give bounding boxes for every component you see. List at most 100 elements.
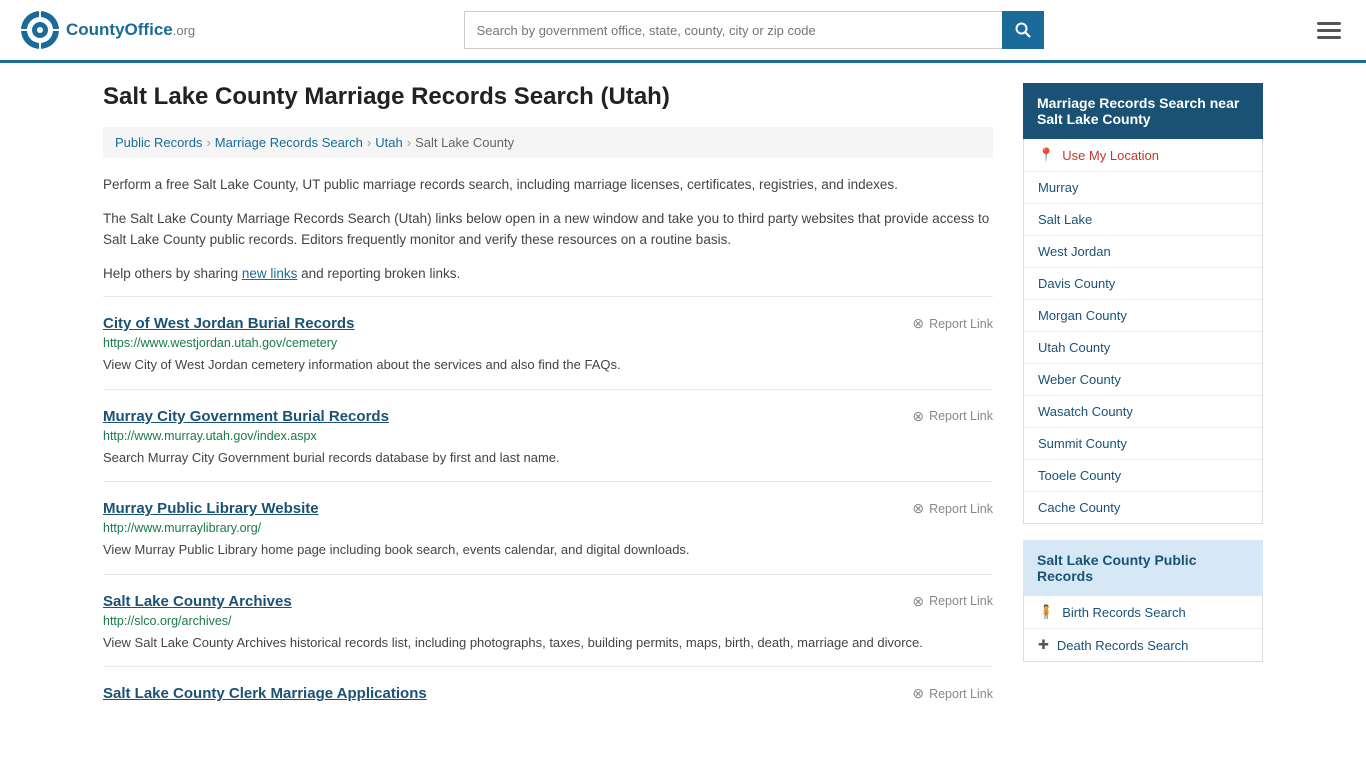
report-label-4: Report Link — [929, 687, 993, 701]
sidebar-link-morgan-county[interactable]: Morgan County — [1038, 308, 1127, 323]
sidebar-link-utah-county[interactable]: Utah County — [1038, 340, 1110, 355]
report-icon-4: ⊗ — [912, 685, 924, 702]
logo-text: CountyOffice.org — [66, 20, 195, 40]
description-3-prefix: Help others by sharing — [103, 266, 242, 281]
result-desc-1: Search Murray City Government burial rec… — [103, 448, 993, 468]
new-links-link[interactable]: new links — [242, 266, 298, 281]
result-url-2[interactable]: http://www.murraylibrary.org/ — [103, 521, 993, 535]
result-item-4: Salt Lake County Clerk Marriage Applicat… — [103, 666, 993, 720]
result-title-3[interactable]: Salt Lake County Archives — [103, 593, 292, 610]
location-pin-icon: 📍 — [1038, 147, 1054, 163]
sidebar: Marriage Records Search near Salt Lake C… — [1023, 83, 1263, 720]
report-label-3: Report Link — [929, 594, 993, 608]
description-3-suffix: and reporting broken links. — [297, 266, 460, 281]
breadcrumb-marriage-records[interactable]: Marriage Records Search — [215, 135, 363, 150]
breadcrumb-sep-2: › — [367, 135, 371, 150]
breadcrumb-sep-3: › — [407, 135, 411, 150]
result-url-1[interactable]: http://www.murray.utah.gov/index.aspx — [103, 429, 993, 443]
report-icon-2: ⊗ — [912, 500, 924, 517]
sidebar-link-salt-lake[interactable]: Salt Lake — [1038, 212, 1092, 227]
description-2: The Salt Lake County Marriage Records Se… — [103, 208, 993, 251]
sidebar-item-weber-county[interactable]: Weber County — [1024, 364, 1262, 396]
birth-records-icon: 🧍 — [1038, 604, 1054, 620]
search-input[interactable] — [464, 11, 1002, 49]
sidebar-use-location[interactable]: 📍 Use My Location — [1024, 139, 1262, 172]
sidebar-link-wasatch-county[interactable]: Wasatch County — [1038, 404, 1133, 419]
sidebar-item-west-jordan[interactable]: West Jordan — [1024, 236, 1262, 268]
sidebar-public-records-title: Salt Lake County Public Records — [1037, 552, 1196, 584]
death-records-icon: ✚ — [1038, 637, 1049, 653]
menu-button[interactable] — [1312, 17, 1346, 44]
result-url-3[interactable]: http://slco.org/archives/ — [103, 614, 993, 628]
result-item-2: Murray Public Library Website ⊗ Report L… — [103, 481, 993, 574]
report-link-1[interactable]: ⊗ Report Link — [912, 408, 993, 425]
description-3: Help others by sharing new links and rep… — [103, 263, 993, 285]
sidebar-link-cache-county[interactable]: Cache County — [1038, 500, 1120, 515]
sidebar-item-utah-county[interactable]: Utah County — [1024, 332, 1262, 364]
report-link-2[interactable]: ⊗ Report Link — [912, 500, 993, 517]
sidebar-public-records-list: 🧍 Birth Records Search ✚ Death Records S… — [1023, 596, 1263, 662]
main-container: Salt Lake County Marriage Records Search… — [83, 63, 1283, 740]
result-title-0[interactable]: City of West Jordan Burial Records — [103, 315, 354, 332]
sidebar-link-west-jordan[interactable]: West Jordan — [1038, 244, 1111, 259]
sidebar-link-summit-county[interactable]: Summit County — [1038, 436, 1127, 451]
search-icon — [1015, 22, 1031, 38]
sidebar-link-davis-county[interactable]: Davis County — [1038, 276, 1115, 291]
result-url-0[interactable]: https://www.westjordan.utah.gov/cemetery — [103, 336, 993, 350]
sidebar-link-tooele-county[interactable]: Tooele County — [1038, 468, 1121, 483]
birth-records-link[interactable]: Birth Records Search — [1062, 605, 1186, 620]
result-item-1: Murray City Government Burial Records ⊗ … — [103, 389, 993, 482]
sidebar-link-weber-county[interactable]: Weber County — [1038, 372, 1121, 387]
report-icon-0: ⊗ — [912, 315, 924, 332]
result-desc-3: View Salt Lake County Archives historica… — [103, 633, 993, 653]
sidebar-public-records-header: Salt Lake County Public Records — [1023, 540, 1263, 596]
report-link-3[interactable]: ⊗ Report Link — [912, 593, 993, 610]
result-title-1[interactable]: Murray City Government Burial Records — [103, 408, 389, 425]
breadcrumb-utah[interactable]: Utah — [375, 135, 402, 150]
report-label-0: Report Link — [929, 317, 993, 331]
sidebar-item-cache-county[interactable]: Cache County — [1024, 492, 1262, 523]
search-bar — [464, 11, 1044, 49]
sidebar-item-summit-county[interactable]: Summit County — [1024, 428, 1262, 460]
sidebar-nearby-header: Marriage Records Search near Salt Lake C… — [1023, 83, 1263, 139]
report-label-2: Report Link — [929, 502, 993, 516]
report-label-1: Report Link — [929, 409, 993, 423]
sidebar-item-salt-lake[interactable]: Salt Lake — [1024, 204, 1262, 236]
report-link-0[interactable]: ⊗ Report Link — [912, 315, 993, 332]
menu-line-1 — [1317, 22, 1341, 25]
result-desc-2: View Murray Public Library home page inc… — [103, 540, 993, 560]
description-1: Perform a free Salt Lake County, UT publ… — [103, 174, 993, 196]
result-item-0: City of West Jordan Burial Records ⊗ Rep… — [103, 296, 993, 389]
breadcrumb: Public Records › Marriage Records Search… — [103, 127, 993, 158]
content-area: Salt Lake County Marriage Records Search… — [103, 83, 993, 720]
sidebar-nearby-list: 📍 Use My Location Murray Salt Lake West … — [1023, 139, 1263, 524]
report-link-4[interactable]: ⊗ Report Link — [912, 685, 993, 702]
sidebar-item-tooele-county[interactable]: Tooele County — [1024, 460, 1262, 492]
sidebar-nearby-title: Marriage Records Search near Salt Lake C… — [1037, 95, 1239, 127]
logo-icon — [20, 10, 60, 50]
result-title-2[interactable]: Murray Public Library Website — [103, 500, 319, 517]
sidebar-birth-records[interactable]: 🧍 Birth Records Search — [1024, 596, 1262, 629]
breadcrumb-sep-1: › — [206, 135, 210, 150]
sidebar-link-murray[interactable]: Murray — [1038, 180, 1078, 195]
sidebar-item-morgan-county[interactable]: Morgan County — [1024, 300, 1262, 332]
report-icon-3: ⊗ — [912, 593, 924, 610]
menu-line-3 — [1317, 36, 1341, 39]
breadcrumb-public-records[interactable]: Public Records — [115, 135, 202, 150]
result-desc-0: View City of West Jordan cemetery inform… — [103, 355, 993, 375]
death-records-link[interactable]: Death Records Search — [1057, 638, 1189, 653]
breadcrumb-salt-lake-county: Salt Lake County — [415, 135, 514, 150]
sidebar-item-murray[interactable]: Murray — [1024, 172, 1262, 204]
sidebar-death-records[interactable]: ✚ Death Records Search — [1024, 629, 1262, 661]
report-icon-1: ⊗ — [912, 408, 924, 425]
site-header: CountyOffice.org — [0, 0, 1366, 63]
result-item-3: Salt Lake County Archives ⊗ Report Link … — [103, 574, 993, 667]
use-location-link[interactable]: Use My Location — [1062, 148, 1159, 163]
result-title-4[interactable]: Salt Lake County Clerk Marriage Applicat… — [103, 685, 427, 702]
logo[interactable]: CountyOffice.org — [20, 10, 195, 50]
sidebar-item-wasatch-county[interactable]: Wasatch County — [1024, 396, 1262, 428]
menu-line-2 — [1317, 29, 1341, 32]
sidebar-item-davis-county[interactable]: Davis County — [1024, 268, 1262, 300]
search-button[interactable] — [1002, 11, 1044, 49]
page-title: Salt Lake County Marriage Records Search… — [103, 83, 993, 111]
